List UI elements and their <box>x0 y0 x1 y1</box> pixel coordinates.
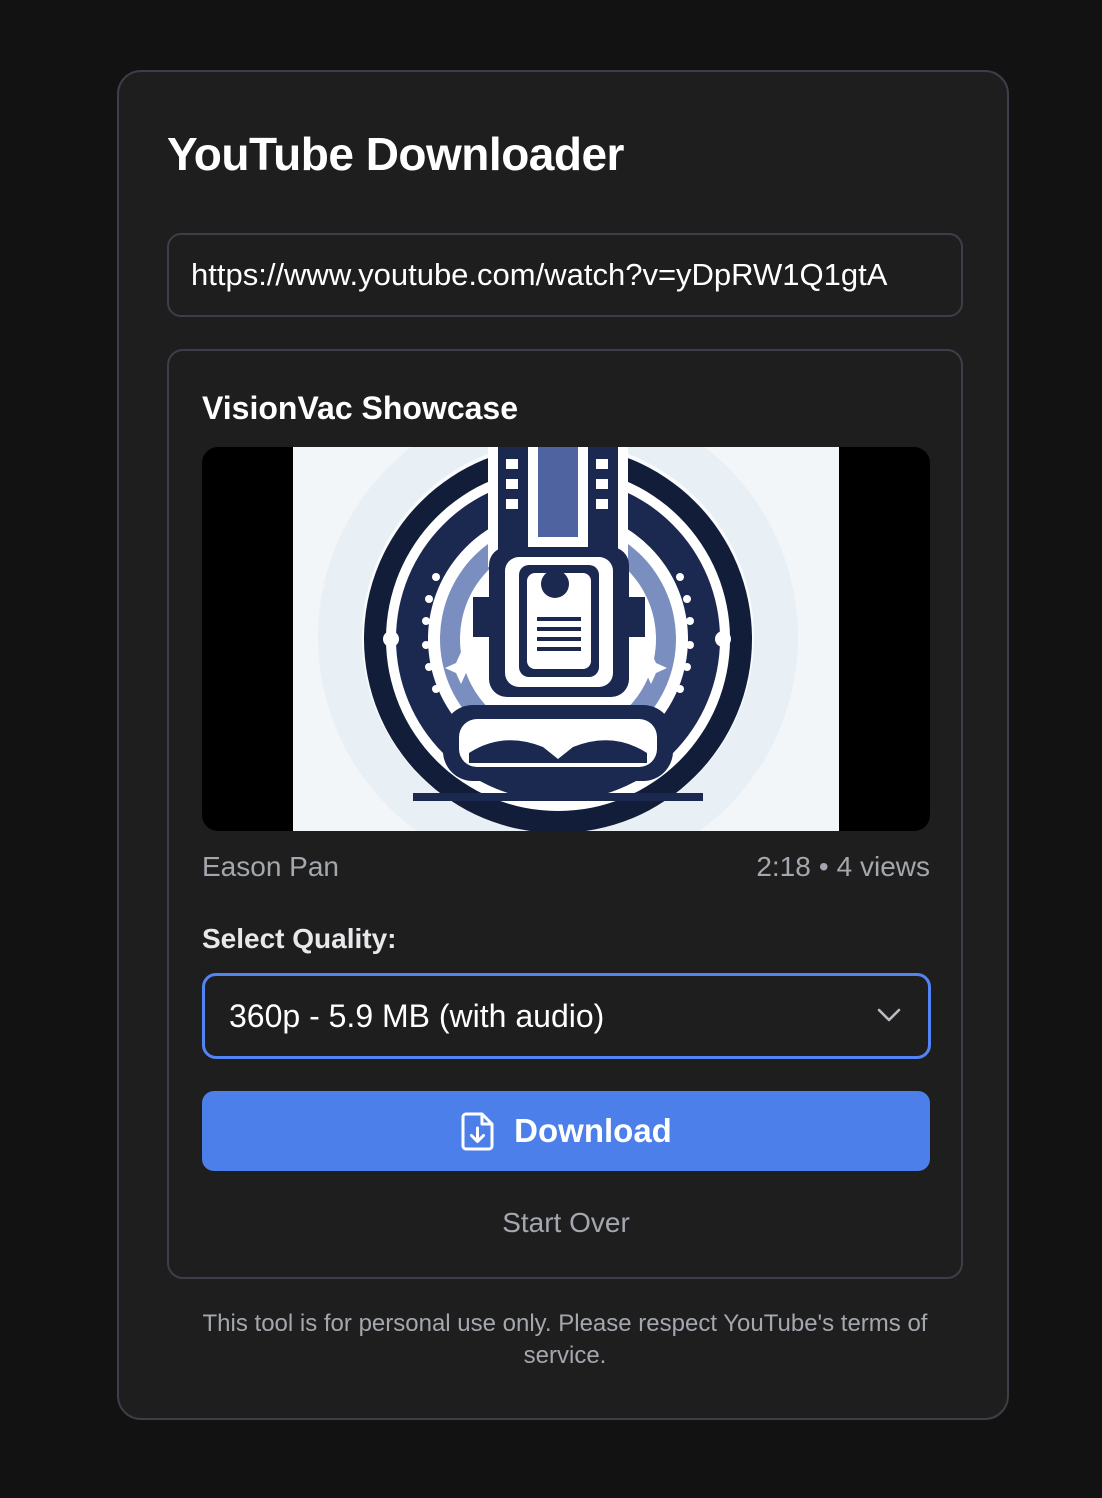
downloader-card: YouTube Downloader VisionVac Showcase <box>117 70 1009 1420</box>
quality-selected-value: 360p - 5.9 MB (with audio) <box>229 998 605 1034</box>
url-input[interactable] <box>167 233 963 317</box>
quality-select[interactable]: 360p - 5.9 MB (with audio) <box>202 973 931 1059</box>
download-button[interactable]: Download <box>202 1091 930 1171</box>
video-thumbnail <box>202 447 930 831</box>
video-title: VisionVac Showcase <box>202 390 519 426</box>
vacuum-robot-logo-icon <box>293 447 839 831</box>
video-duration: 2:18 <box>756 851 811 882</box>
file-download-icon <box>461 1112 494 1151</box>
chevron-down-icon <box>877 1008 901 1022</box>
download-label: Download <box>514 1112 672 1149</box>
quality-label: Select Quality: <box>202 923 397 954</box>
channel-name: Eason Pan <box>202 851 339 882</box>
app-title: YouTube Downloader <box>167 128 624 180</box>
video-stats: 2:18 • 4 views <box>756 847 930 887</box>
separator-dot: • <box>818 851 829 882</box>
disclaimer-text: This tool is for personal use only. Plea… <box>202 1310 928 1369</box>
start-over-link[interactable]: Start Over <box>202 1203 930 1243</box>
video-meta: Eason Pan 2:18 • 4 views <box>202 847 930 887</box>
video-panel: VisionVac Showcase Eason Pan 2:18 • 4 vi… <box>167 349 963 1279</box>
view-count: 4 views <box>836 851 930 882</box>
